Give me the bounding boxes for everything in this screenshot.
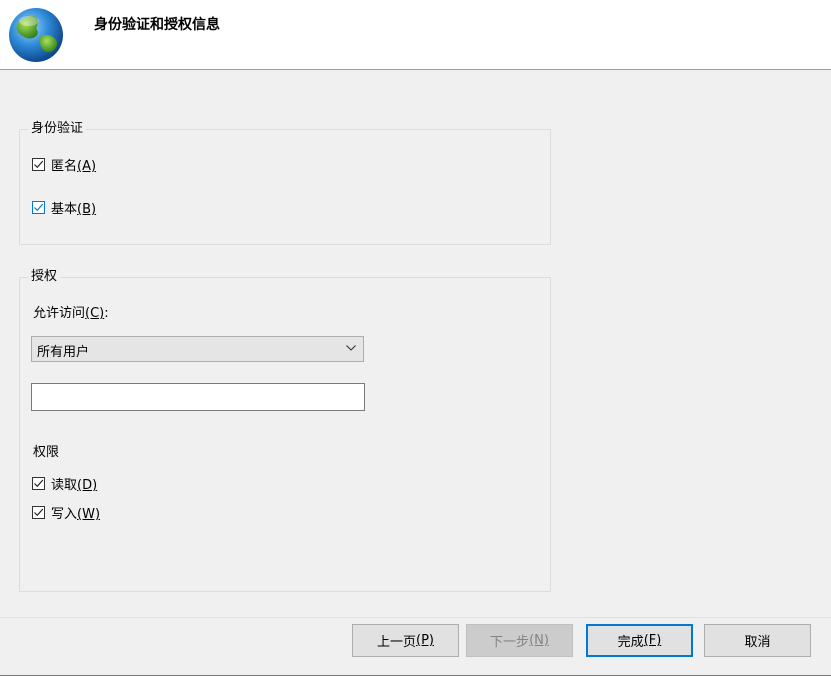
basic-checkbox-row[interactable]: 基本(B) (32, 198, 96, 217)
authorization-group-title: 授权 (28, 269, 61, 285)
chevron-down-icon (346, 345, 356, 351)
write-checkbox[interactable] (32, 506, 45, 519)
read-checkbox-row[interactable]: 读取(D) (32, 474, 97, 493)
authorization-group: 授权 (19, 269, 551, 592)
next-button[interactable]: 下一步 (N) (466, 624, 573, 657)
authentication-group-title: 身份验证 (28, 121, 87, 137)
anonymous-label: 匿名(A) (51, 159, 97, 174)
read-label: 读取(D) (51, 478, 98, 493)
allow-access-dropdown[interactable]: 所有用户 (31, 336, 364, 362)
globe-icon (9, 8, 63, 62)
permissions-title: 权限 (33, 445, 60, 460)
write-label: 写入(W) (51, 507, 101, 522)
authentication-group: 身份验证 (19, 121, 551, 245)
cancel-button[interactable]: 取消 (704, 624, 811, 657)
write-checkbox-row[interactable]: 写入(W) (32, 503, 100, 522)
anonymous-checkbox[interactable] (32, 158, 45, 171)
footer-divider (0, 617, 831, 618)
anonymous-checkbox-row[interactable]: 匿名(A) (32, 155, 96, 174)
basic-checkbox[interactable] (32, 201, 45, 214)
read-checkbox[interactable] (32, 477, 45, 490)
users-input[interactable] (31, 383, 365, 411)
finish-button[interactable]: 完成 (F) (586, 624, 693, 657)
previous-button[interactable]: 上一页 (P) (352, 624, 459, 657)
allow-access-value: 所有用户 (37, 345, 90, 360)
wizard-header: 身份验证和授权信息 (0, 0, 831, 70)
allow-access-label: 允许访问(C): (33, 306, 109, 321)
page-title: 身份验证和授权信息 (94, 17, 220, 33)
basic-label: 基本(B) (51, 202, 97, 217)
